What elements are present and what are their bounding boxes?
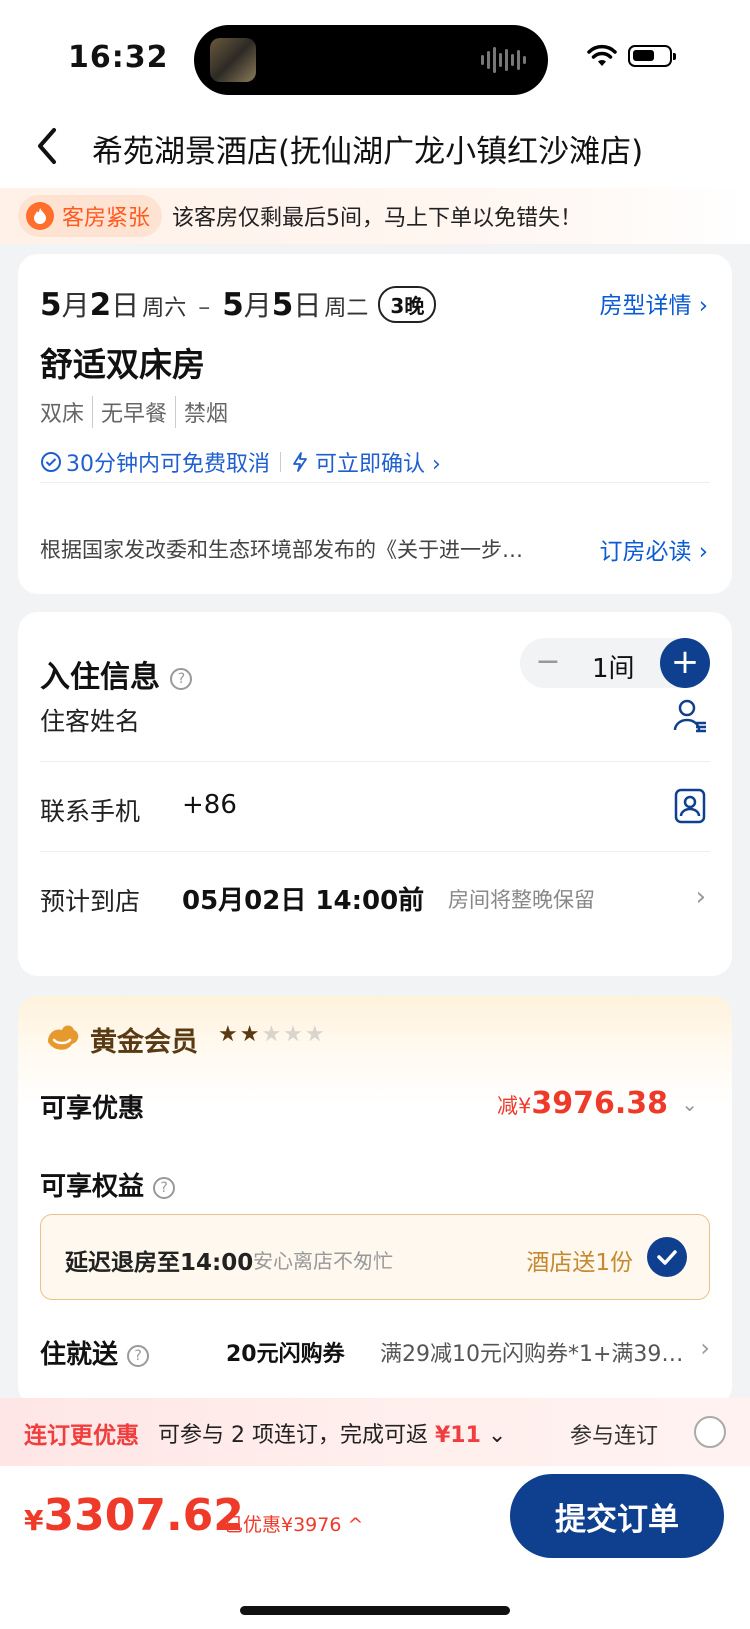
- urgency-banner: 客房紧张 该客房仅剩最后5间，马上下单以免错失！: [0, 188, 750, 244]
- phone-prefix[interactable]: +86: [182, 790, 237, 820]
- total-price: ¥3307.62: [24, 1490, 244, 1541]
- status-bar: 16:32: [0, 0, 750, 110]
- guest-name-label: 住客姓名: [40, 707, 141, 736]
- room-attribute: 双床: [40, 402, 85, 427]
- back-icon[interactable]: [30, 124, 70, 168]
- cancel-policy: 30分钟内可免费取消: [66, 452, 270, 477]
- room-card: 5 月 2 日 周六 – 5 月 5 日 周二 3晚 房型详情 › 舒适双床房 …: [18, 254, 732, 594]
- chevron-right-icon[interactable]: ›: [700, 1334, 710, 1362]
- member-stars: ★★★★★: [218, 1022, 327, 1047]
- arrival-row[interactable]: 预计到店 05月02日 14:00前 房间将整晚保留 ›: [40, 852, 710, 942]
- combo-tag: 连订更优惠: [24, 1423, 139, 1449]
- order-footer: ¥3307.62 已优惠¥3976 ^ 提交订单: [0, 1466, 750, 1629]
- stay-dates: 5 月 2 日 周六 – 5 月 5 日 周二 3晚: [40, 284, 437, 324]
- submit-order-button[interactable]: 提交订单: [510, 1474, 724, 1558]
- urgency-pill: 客房紧张: [18, 195, 163, 237]
- wifi-icon: [587, 44, 617, 66]
- check-icon[interactable]: [647, 1237, 687, 1277]
- fire-icon: [26, 202, 54, 230]
- room-name: 舒适双床房: [40, 345, 205, 384]
- help-icon[interactable]: ?: [153, 1176, 176, 1199]
- benefit-main: 延迟退房至14:00: [65, 1250, 254, 1276]
- chevron-down-icon[interactable]: ⌄: [681, 1092, 698, 1116]
- lightning-icon: [293, 452, 307, 472]
- nights-badge: 3晚: [378, 285, 437, 323]
- guest-name-row[interactable]: 住客姓名: [40, 672, 710, 762]
- combo-join-radio[interactable]: [694, 1416, 726, 1448]
- room-attribute: 禁烟: [175, 396, 236, 428]
- benefit-label: 可享权益 ?: [40, 1166, 176, 1203]
- help-icon[interactable]: ?: [127, 1344, 150, 1367]
- booking-notice-link[interactable]: 订房必读 ›: [599, 532, 708, 566]
- address-book-icon[interactable]: [672, 786, 708, 826]
- urgency-tag: 客房紧张: [62, 206, 151, 231]
- stay-gift-label: 住就送 ?: [40, 1334, 150, 1371]
- confirm-policy: 可立即确认 ›: [315, 452, 441, 477]
- home-indicator: [240, 1606, 510, 1615]
- member-badge-icon: [48, 1025, 79, 1050]
- room-detail-link[interactable]: 房型详情 ›: [599, 286, 708, 320]
- chevron-right-icon: ›: [695, 882, 706, 912]
- battery-icon: [628, 45, 676, 67]
- benefit-gift: 酒店送1份: [526, 1250, 633, 1276]
- room-attribute: 无早餐: [92, 396, 175, 428]
- price-saved[interactable]: 已优惠¥3976 ^: [224, 1510, 363, 1537]
- arrival-time: 05月02日 14:00前: [182, 886, 425, 916]
- stay-coupon[interactable]: 20元闪购券: [226, 1336, 345, 1368]
- contact-select-icon[interactable]: [672, 696, 708, 736]
- benefit-sub: 安心离店不匆忙: [253, 1249, 393, 1273]
- room-attributes: 双床 无早餐 禁烟: [40, 396, 236, 428]
- discount-value[interactable]: 减¥3976.38: [497, 1086, 668, 1121]
- arrival-label: 预计到店: [40, 887, 141, 916]
- urgency-text: 该客房仅剩最后5间，马上下单以免错失！: [172, 206, 582, 231]
- combo-text[interactable]: 可参与 2 项连订，完成可返 ¥11 ⌄: [158, 1417, 506, 1449]
- check-out-weekday: 周二: [324, 296, 369, 321]
- check-circle-icon: [41, 452, 61, 472]
- late-checkout-benefit[interactable]: 延迟退房至14:00 安心离店不匆忙 酒店送1份: [40, 1214, 710, 1300]
- combo-booking-bar: 连订更优惠 可参与 2 项连订，完成可返 ¥11 ⌄ 参与连订: [0, 1398, 750, 1466]
- nav-bar: 希苑湖景酒店(抚仙湖广龙小镇红沙滩店): [0, 110, 750, 188]
- hotel-title: 希苑湖景酒店(抚仙湖广龙小镇红沙滩店): [92, 134, 644, 170]
- stay-coupon-detail[interactable]: 满29减10元闪购券*1+满39…: [380, 1336, 683, 1368]
- phone-label: 联系手机: [40, 797, 141, 826]
- audio-wave-icon: [481, 46, 526, 74]
- guest-info-card: 入住信息 ? − 1间 + 住客姓名 联系手机 +86 预计到店 05月02日 …: [18, 612, 732, 976]
- member-level: 黄金会员: [90, 1027, 198, 1058]
- policy-line[interactable]: 30分钟内可免费取消 可立即确认 ›: [40, 446, 441, 478]
- combo-join-label: 参与连订: [569, 1424, 658, 1449]
- check-in-weekday: 周六: [142, 296, 187, 321]
- phone-row[interactable]: 联系手机 +86: [40, 762, 710, 852]
- now-playing-thumbnail: [210, 38, 256, 82]
- dynamic-island: [194, 25, 548, 95]
- status-time: 16:32: [68, 40, 169, 75]
- arrival-note: 房间将整晚保留: [448, 888, 595, 912]
- booking-notice: 根据国家发改委和生态环境部发布的《关于进一步…: [40, 538, 523, 562]
- member-benefits-card: 黄金会员 ★★★★★ 可享优惠 减¥3976.38 ⌄ 可享权益 ? 延迟退房至…: [18, 996, 732, 1406]
- discount-label: 可享优惠: [40, 1094, 145, 1124]
